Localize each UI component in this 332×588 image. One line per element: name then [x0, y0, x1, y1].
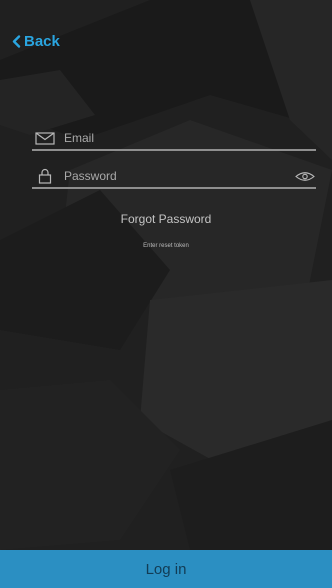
back-button[interactable]: Back: [12, 33, 60, 50]
login-button[interactable]: Log in: [0, 550, 332, 588]
email-field: [32, 127, 316, 151]
mail-icon: [34, 129, 56, 147]
email-input[interactable]: [56, 128, 316, 148]
login-label: Log in: [145, 560, 187, 578]
lock-icon: [34, 167, 56, 185]
password-input[interactable]: [56, 166, 294, 186]
password-field: [32, 165, 316, 189]
enter-reset-token-link[interactable]: Enter reset token: [0, 243, 332, 249]
background-pattern: [0, 0, 332, 588]
forgot-password-link[interactable]: Forgot Password: [0, 212, 332, 226]
back-label: Back: [24, 33, 60, 50]
chevron-left-icon: [12, 35, 21, 48]
eye-icon[interactable]: [294, 169, 316, 183]
